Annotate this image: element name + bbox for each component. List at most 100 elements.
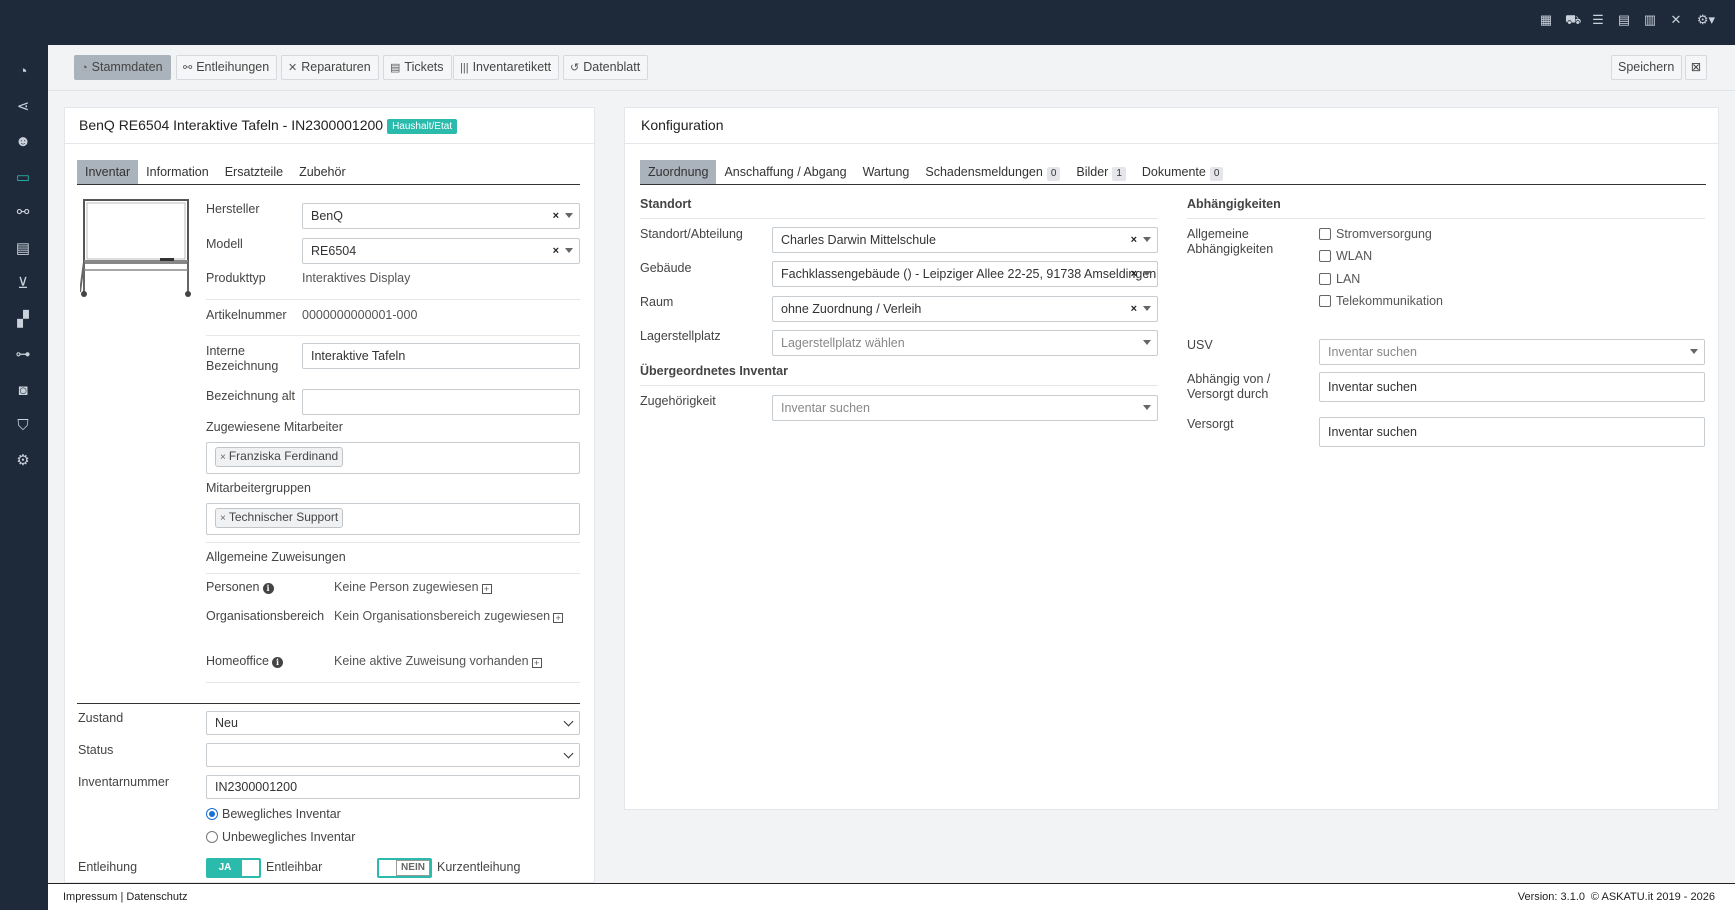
tab-stammdaten[interactable]: ◔ Stammdaten — [74, 55, 171, 80]
usv-select[interactable]: Inventar suchen — [1319, 339, 1705, 365]
gruppen-multiselect[interactable]: × Technischer Support — [206, 503, 580, 535]
checkbox[interactable] — [1319, 295, 1331, 307]
mitarbeiter-multiselect[interactable]: × Franziska Ferdinand — [206, 442, 580, 474]
clear-icon[interactable]: × — [1131, 297, 1137, 321]
shield-icon[interactable]: ⛉ — [12, 415, 34, 437]
clipboard-icon[interactable]: ▤ — [1617, 13, 1631, 27]
zustand-select[interactable]: Neu — [206, 711, 580, 735]
tab-tickets[interactable]: ▤ Tickets — [383, 55, 452, 80]
tab-dokumente[interactable]: Dokumente 0 — [1134, 160, 1232, 184]
remove-icon[interactable]: × — [220, 452, 226, 463]
gebaeude-select[interactable]: Fachklassengebäude () - Leipziger Allee … — [772, 261, 1158, 287]
close-icon: ⊠ — [1690, 60, 1702, 74]
tab-information[interactable]: Information — [138, 160, 217, 184]
produkttyp-label: Produkttyp — [206, 271, 266, 285]
handshake-icon[interactable]: ⚯ — [12, 202, 34, 224]
status-select[interactable] — [206, 743, 580, 767]
tab-bilder[interactable]: Bilder 1 — [1068, 160, 1134, 184]
history-icon: ↺ — [570, 62, 580, 74]
raum-select[interactable]: ohne Zuordnung / Verleih × — [772, 296, 1158, 322]
clear-icon[interactable]: × — [1131, 228, 1137, 252]
entleihbar-toggle[interactable]: JA — [206, 858, 261, 878]
checkbox-telekommunikation[interactable]: Telekommunikation — [1319, 294, 1443, 308]
car-icon[interactable]: ⛟ — [1565, 13, 1581, 27]
document-icon[interactable]: ▥ — [1643, 13, 1657, 27]
tab-zubehoer[interactable]: Zubehör — [291, 160, 354, 184]
standort-section: Standort — [640, 197, 692, 211]
lagerstellplatz-select[interactable]: Lagerstellplatz wählen — [772, 330, 1158, 356]
add-icon[interactable]: + — [481, 584, 492, 594]
settings-icon[interactable]: ⚙▾ — [1695, 13, 1717, 27]
boxes-icon[interactable]: ▞ — [12, 309, 34, 331]
money-icon[interactable]: ◙ — [12, 380, 34, 402]
checkbox[interactable] — [1319, 250, 1331, 262]
tab-anschaffung[interactable]: Anschaffung / Abgang — [716, 160, 854, 184]
tab-schadensmeldungen[interactable]: Schadensmeldungen 0 — [917, 160, 1068, 184]
remove-icon[interactable]: × — [220, 513, 226, 524]
inventarnummer-input[interactable]: IN2300001200 — [206, 775, 580, 799]
inventar-tabs: Inventar Information Ersatzteile Zubehör — [77, 160, 580, 185]
uebergeordnetes-section: Übergeordnetes Inventar — [640, 364, 788, 378]
checkbox-lan[interactable]: LAN — [1319, 272, 1360, 286]
mitarbeiter-label: Zugewiesene Mitarbeiter — [206, 420, 343, 434]
checkbox[interactable] — [1319, 273, 1331, 285]
add-icon[interactable]: + — [531, 658, 542, 668]
dashboard-icon[interactable]: ◔ — [12, 61, 34, 83]
tab-inventaretikett[interactable]: ||| Inventaretikett — [453, 55, 560, 80]
lagerstellplatz-label: Lagerstellplatz — [640, 329, 721, 343]
abhaengig-von-input[interactable]: Inventar suchen — [1319, 372, 1705, 402]
modell-select[interactable]: RE6504 × — [302, 238, 580, 264]
versorgt-input[interactable]: Inventar suchen — [1319, 417, 1705, 447]
add-icon[interactable]: + — [553, 613, 564, 623]
tab-inventar[interactable]: Inventar — [77, 160, 139, 184]
konfiguration-panel — [624, 107, 1719, 810]
tab-wartung[interactable]: Wartung — [855, 160, 918, 184]
caret-down-icon — [1143, 340, 1151, 345]
clear-icon[interactable]: × — [553, 204, 559, 228]
tab-zuordnung[interactable]: Zuordnung — [640, 160, 717, 184]
cart-icon[interactable]: ⊻ — [12, 273, 34, 295]
tab-ersatzteile[interactable]: Ersatzteile — [217, 160, 291, 184]
info-icon[interactable]: i — [262, 583, 274, 594]
checkbox[interactable] — [1319, 228, 1331, 240]
caret-down-icon — [1143, 237, 1151, 242]
monitor-icon[interactable]: ▭ — [12, 167, 34, 189]
standort-select[interactable]: Charles Darwin Mittelschule × — [772, 227, 1158, 253]
checklist-icon[interactable]: ☰ — [1591, 13, 1605, 27]
tab-datenblatt[interactable]: ↺ Datenblatt — [563, 55, 649, 80]
save-button[interactable]: Speichern — [1611, 55, 1683, 80]
footer-links[interactable]: Impressum | Datenschutz — [63, 891, 188, 903]
sidebar: ◔ ⋖ ☻ ▭ ⚯ ▤ ⊻ ▞ ⊶ ◙ ⛉ ⚙ — [0, 45, 48, 910]
network-icon[interactable]: ⊶ — [12, 344, 34, 366]
checkbox-wlan[interactable]: WLAN — [1319, 249, 1372, 263]
radio-bewegliches[interactable]: Bewegliches Inventar — [206, 807, 341, 821]
kurzentleihung-toggle[interactable]: NEIN — [377, 858, 432, 878]
handshake-icon: ⚯ — [183, 62, 193, 74]
divider — [206, 682, 580, 683]
product-image — [80, 199, 191, 297]
zugehoerigkeit-label: Zugehörigkeit — [640, 394, 716, 408]
tools-icon[interactable]: ✕ — [1669, 13, 1683, 27]
radio-unbewegliches[interactable]: Unbewegliches Inventar — [206, 830, 355, 844]
zugehoerigkeit-select[interactable]: Inventar suchen — [772, 395, 1158, 421]
users-icon[interactable]: ☻ — [12, 131, 34, 153]
close-button[interactable]: ⊠ — [1685, 55, 1707, 80]
clear-icon[interactable]: × — [1131, 262, 1137, 286]
allg-zuweisungen-label: Allgemeine Zuweisungen — [206, 550, 346, 564]
gruppen-tag: × Technischer Support — [215, 508, 344, 528]
checkbox-stromversorgung[interactable]: Stromversorgung — [1319, 227, 1432, 241]
radio-button[interactable] — [206, 831, 218, 843]
share-icon[interactable]: ⋖ — [12, 96, 34, 118]
info-icon[interactable]: i — [272, 657, 283, 668]
caret-down-icon — [565, 213, 573, 218]
bezeichnung-alt-input[interactable] — [302, 389, 580, 415]
radio-button[interactable] — [206, 808, 218, 820]
interne-bezeichnung-input[interactable]: Interaktive Tafeln — [302, 343, 580, 369]
cogs-icon[interactable]: ⚙ — [12, 450, 34, 472]
list-icon[interactable]: ▤ — [12, 238, 34, 260]
hersteller-select[interactable]: BenQ × — [302, 203, 580, 229]
clear-icon[interactable]: × — [553, 239, 559, 263]
calendar-icon[interactable]: ▦ — [1539, 13, 1553, 27]
tab-reparaturen[interactable]: ✕ Reparaturen — [281, 55, 379, 80]
tab-entleihungen[interactable]: ⚯ Entleihungen — [176, 55, 278, 80]
